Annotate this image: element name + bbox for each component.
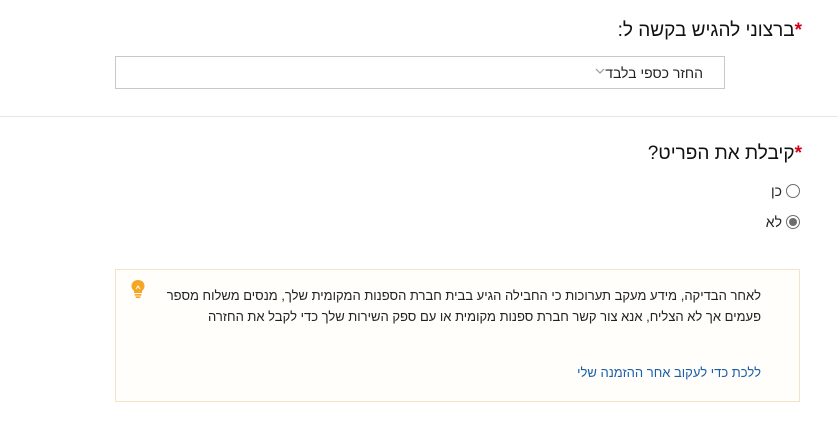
request-type-question-text: ברצוני להגיש בקשה ל: xyxy=(617,20,795,41)
request-type-selected-value: החזר כספי בלבד xyxy=(605,65,703,81)
received-item-question: *קיבלת את הפריט? xyxy=(648,142,802,166)
chevron-down-icon xyxy=(595,68,605,74)
radio-button-yes[interactable] xyxy=(786,184,800,198)
radio-option-yes[interactable]: כן xyxy=(771,182,800,200)
info-notice-box: לאחר הבדיקה, מידע מעקב תערוכות כי החבילה… xyxy=(115,269,800,402)
lightbulb-icon xyxy=(131,280,145,298)
radio-button-no[interactable] xyxy=(786,215,800,229)
refund-request-page: *ברצוני להגיש בקשה ל: החזר כספי בלבד *קי… xyxy=(0,0,840,434)
radio-label-yes: כן xyxy=(771,183,782,199)
radio-label-no: לא xyxy=(765,214,782,230)
required-asterisk: * xyxy=(794,20,802,41)
track-order-link[interactable]: ללכת כדי לעקוב אחר ההזמנה שלי xyxy=(577,364,761,382)
section-divider xyxy=(0,116,838,117)
received-item-question-text: קיבלת את הפריט? xyxy=(647,143,795,164)
info-message: לאחר הבדיקה, מידע מעקב תערוכות כי החבילה… xyxy=(166,288,761,324)
request-type-question: *ברצוני להגיש בקשה ל: xyxy=(618,19,802,43)
required-asterisk: * xyxy=(794,143,802,164)
request-type-dropdown[interactable]: החזר כספי בלבד xyxy=(115,56,725,89)
radio-option-no[interactable]: לא xyxy=(766,213,800,231)
